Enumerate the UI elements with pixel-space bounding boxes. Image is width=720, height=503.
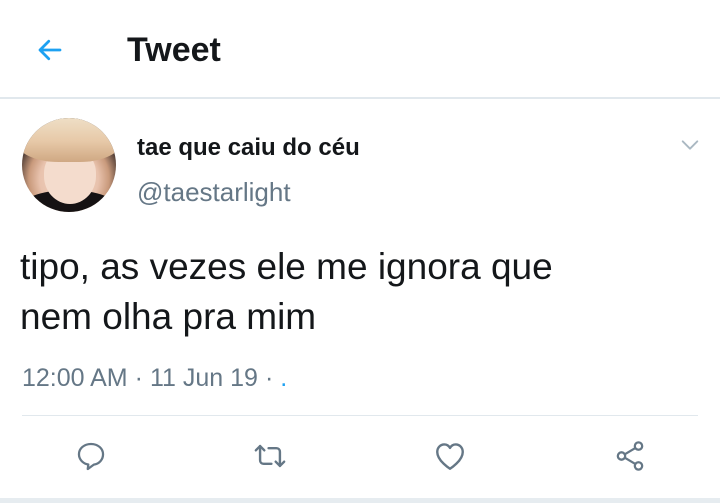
meta-separator: · [134, 364, 143, 392]
share-button[interactable] [610, 436, 650, 476]
author-display-name[interactable]: tae que caiu do céu [137, 133, 360, 163]
page-title: Tweet [127, 31, 221, 69]
author-handle[interactable]: @taestarlight [137, 176, 291, 208]
tweet-date: 11 Jun 19 [149, 364, 258, 392]
reply-button[interactable] [71, 436, 111, 476]
tweet-options-button[interactable] [676, 131, 704, 159]
tweet-text-line: nem olha pra mim [20, 296, 317, 337]
arrow-left-icon [38, 39, 62, 61]
tweet-text: tipo, as vezes ele me ignora que nem olh… [20, 242, 700, 342]
like-button[interactable] [430, 436, 470, 476]
tweet-time: 12:00 AM [22, 364, 128, 392]
reply-icon [77, 442, 105, 471]
bottom-divider [0, 498, 720, 503]
tweet-actions-bar [0, 432, 720, 480]
meta-separator: · [264, 364, 274, 392]
retweet-icon [254, 444, 286, 468]
retweet-button[interactable] [250, 436, 290, 476]
share-icon [616, 441, 644, 471]
top-app-bar: Tweet [0, 0, 720, 99]
tweet-text-line: tipo, as vezes ele me ignora que [20, 246, 553, 287]
chevron-down-icon [681, 140, 699, 150]
tweet-timestamp: 12:00 AM · 11 Jun 19 ·. [22, 362, 287, 394]
tweet-source-link[interactable]: . [280, 364, 287, 392]
avatar-hair [22, 118, 116, 162]
heart-icon [436, 443, 464, 470]
divider [22, 415, 698, 416]
avatar[interactable] [22, 118, 116, 212]
back-button[interactable] [30, 30, 70, 70]
